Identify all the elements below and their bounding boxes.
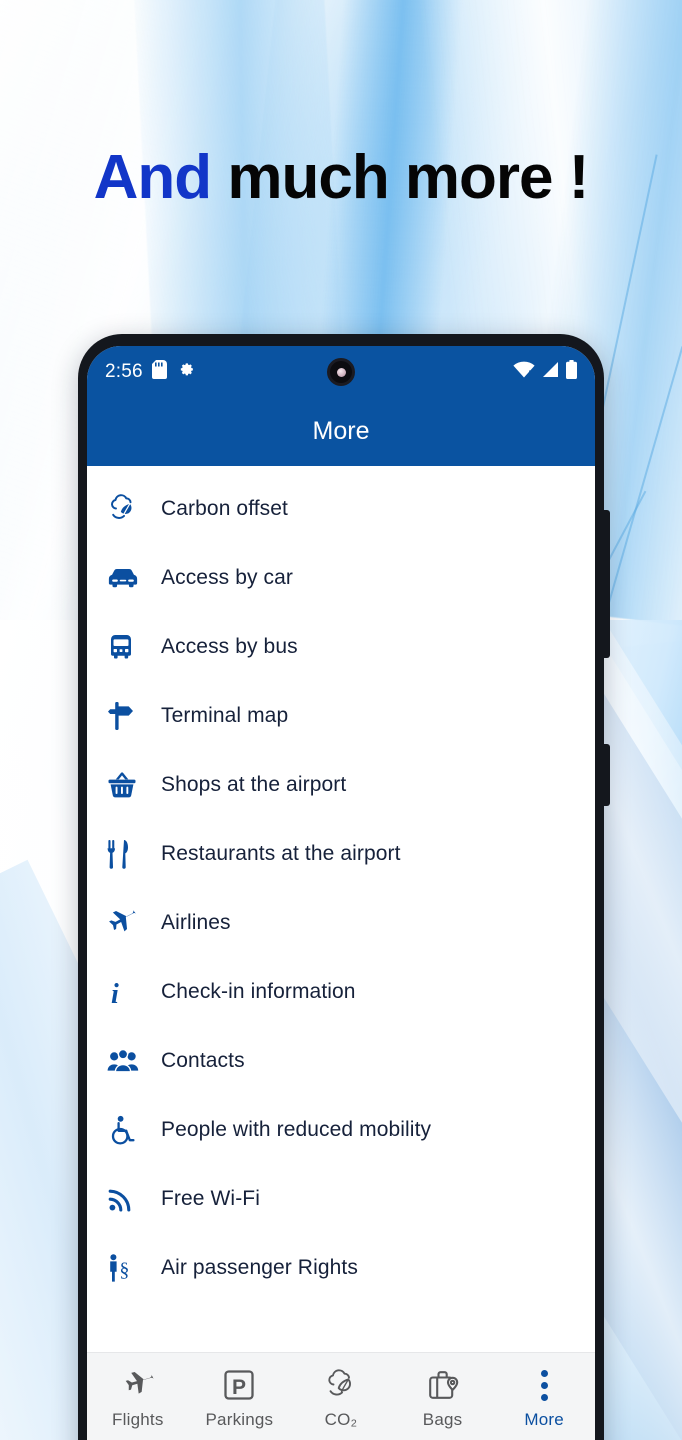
list-item-air-passenger-rights[interactable]: § Air passenger Rights [87, 1233, 595, 1302]
nav-item-bags[interactable]: Bags [392, 1367, 494, 1430]
nav-item-parkings[interactable]: P Parkings [189, 1367, 291, 1430]
bottom-navigation-bar: Flights P Parkings CO₂ Bags More [87, 1352, 595, 1440]
page-title: And much more ! [0, 142, 682, 213]
wheelchair-icon [107, 1115, 151, 1145]
list-item-check-in-information[interactable]: i Check-in information [87, 957, 595, 1026]
list-item-label: Free Wi-Fi [161, 1186, 260, 1210]
svg-text:§: § [119, 1259, 129, 1281]
list-item-label: Access by car [161, 565, 294, 589]
car-icon [107, 566, 151, 590]
fork-knife-icon [107, 839, 151, 869]
phone-power-button[interactable] [596, 744, 610, 806]
list-item-access-by-car[interactable]: Access by car [87, 543, 595, 612]
list-item-label: Terminal map [161, 703, 289, 727]
status-bar: 2:56 [87, 346, 595, 398]
people-group-icon [107, 1048, 151, 1074]
list-item-shops-at-the-airport[interactable]: Shops at the airport [87, 750, 595, 819]
list-item-label: Contacts [161, 1048, 245, 1072]
nav-item-label: Parkings [205, 1410, 274, 1429]
phone-mockup: 2:56 More Carbon offset Access by car Ac… [78, 334, 610, 1440]
phone-screen: 2:56 More Carbon offset Access by car Ac… [87, 346, 595, 1440]
parking-p-icon: P [223, 1367, 255, 1403]
svg-text:i: i [111, 979, 119, 1007]
nav-item-label: CO₂ [324, 1410, 358, 1429]
shopping-basket-icon [107, 771, 151, 799]
list-item-label: Airlines [161, 910, 231, 934]
nav-item-flights[interactable]: Flights [87, 1367, 189, 1430]
page-title-accent: And [93, 143, 213, 212]
status-bar-right [513, 346, 577, 398]
bus-icon [107, 633, 151, 661]
list-item-terminal-map[interactable]: Terminal map [87, 681, 595, 750]
gear-icon [176, 360, 195, 384]
list-item-contacts[interactable]: Contacts [87, 1026, 595, 1095]
list-item-carbon-offset[interactable]: Carbon offset [87, 474, 595, 543]
status-bar-clock: 2:56 [105, 361, 143, 382]
list-item-label: Carbon offset [161, 496, 288, 520]
nav-item-label: More [524, 1410, 564, 1429]
sd-card-icon [151, 360, 167, 384]
airplane-icon [107, 908, 151, 938]
list-item-airlines[interactable]: Airlines [87, 888, 595, 957]
status-bar-left: 2:56 [105, 360, 195, 384]
list-item-restaurants-at-the-airport[interactable]: Restaurants at the airport [87, 819, 595, 888]
page-title-rest: much more ! [211, 143, 589, 212]
list-item-people-with-reduced-mobility[interactable]: People with reduced mobility [87, 1095, 595, 1164]
nav-item-co2[interactable]: CO₂ [290, 1367, 392, 1430]
wifi-icon [513, 361, 535, 383]
phone-volume-button[interactable] [596, 510, 610, 658]
list-item-label: People with reduced mobility [161, 1117, 432, 1141]
list-item-label: Access by bus [161, 634, 298, 658]
svg-text:P: P [232, 1376, 246, 1399]
list-item-free-wi-fi[interactable]: Free Wi-Fi [87, 1164, 595, 1233]
luggage-tag-icon [427, 1367, 459, 1403]
info-italic-icon: i [107, 977, 151, 1007]
passenger-rights-icon: § [107, 1253, 151, 1283]
nav-item-label: Bags [422, 1410, 463, 1429]
cloud-leaf-icon [107, 493, 151, 524]
app-bar: More [87, 398, 595, 466]
list-item-label: Check-in information [161, 979, 356, 1003]
vertical-dots-icon [540, 1367, 548, 1403]
nav-item-more[interactable]: More [493, 1367, 595, 1430]
front-camera-punch-hole [327, 358, 355, 386]
signpost-icon [107, 701, 151, 731]
cloud-leaf-icon [324, 1367, 358, 1403]
list-item-label: Shops at the airport [161, 772, 347, 796]
app-bar-title: More [312, 417, 370, 445]
airplane-icon [121, 1367, 155, 1403]
list-item-access-by-bus[interactable]: Access by bus [87, 612, 595, 681]
more-menu-list: Carbon offset Access by car Access by bu… [87, 466, 595, 1309]
nav-item-label: Flights [112, 1410, 164, 1429]
battery-icon [566, 360, 577, 384]
list-item-label: Air passenger Rights [161, 1255, 358, 1279]
rss-wifi-icon [107, 1185, 151, 1213]
cellular-signal-icon [542, 361, 559, 383]
list-item-label: Restaurants at the airport [161, 841, 401, 865]
